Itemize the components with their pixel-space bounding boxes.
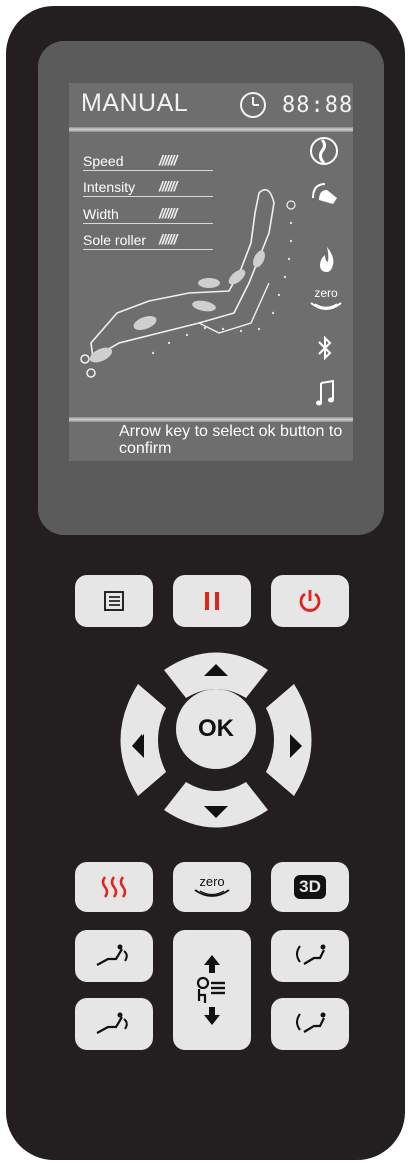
zero-gravity-wave-icon (194, 888, 230, 897)
dpad-down-button[interactable] (164, 782, 268, 828)
speed-label: Speed (83, 153, 124, 169)
hand-massage-icon (312, 183, 337, 204)
arrow-down-icon (204, 1007, 220, 1025)
dpad-right-button[interactable] (266, 684, 312, 796)
instruction-message: Arrow key to select ok button to confirm (119, 423, 343, 457)
3d-button-label: 3D (294, 875, 326, 899)
backrest-recline-down-button[interactable] (75, 998, 153, 1050)
bluetooth-icon (318, 335, 332, 361)
param-underline (83, 170, 213, 171)
recline-back-icon (96, 944, 128, 966)
footer-divider (69, 417, 353, 422)
legrest-up-button[interactable] (271, 930, 349, 982)
flame-icon (320, 247, 334, 272)
zero-gravity-label: zero (314, 286, 338, 300)
heat-icon (101, 876, 127, 898)
zero-gravity-button[interactable]: zero (173, 862, 251, 912)
recline-back-icon (96, 1012, 128, 1034)
time-display: 88:88 (282, 93, 353, 118)
spine-icon (310, 137, 338, 165)
heat-button[interactable] (75, 862, 153, 912)
power-icon (299, 590, 321, 612)
power-button[interactable] (271, 575, 349, 627)
3d-button[interactable]: 3D (271, 862, 349, 912)
pause-icon (205, 592, 219, 610)
menu-button[interactable] (75, 575, 153, 627)
body-position-icon (196, 976, 225, 1003)
backrest-recline-up-button[interactable] (75, 930, 153, 982)
recline-leg-icon (296, 1012, 326, 1033)
massage-chair-figure-icon (80, 188, 296, 378)
menu-icon (104, 591, 124, 611)
recline-leg-icon (296, 944, 326, 965)
header-divider (69, 127, 353, 132)
mode-title: MANUAL (81, 89, 189, 117)
speed-level: ////// (159, 152, 177, 168)
zero-gravity-button-label: zero (199, 873, 225, 889)
pause-button[interactable] (173, 575, 251, 627)
arrow-up-icon (204, 955, 220, 973)
legrest-down-button[interactable] (271, 998, 349, 1050)
ok-button[interactable]: OK (176, 689, 256, 769)
clock-icon (240, 92, 266, 118)
lcd-screen: MANUAL 88:88 Speed ////// Intensity ////… (69, 83, 353, 461)
body-position-adjust-button[interactable] (173, 930, 251, 1050)
music-icon (316, 379, 334, 406)
zero-gravity-icon: zero (309, 287, 343, 318)
zero-gravity-wave-icon (310, 302, 342, 310)
